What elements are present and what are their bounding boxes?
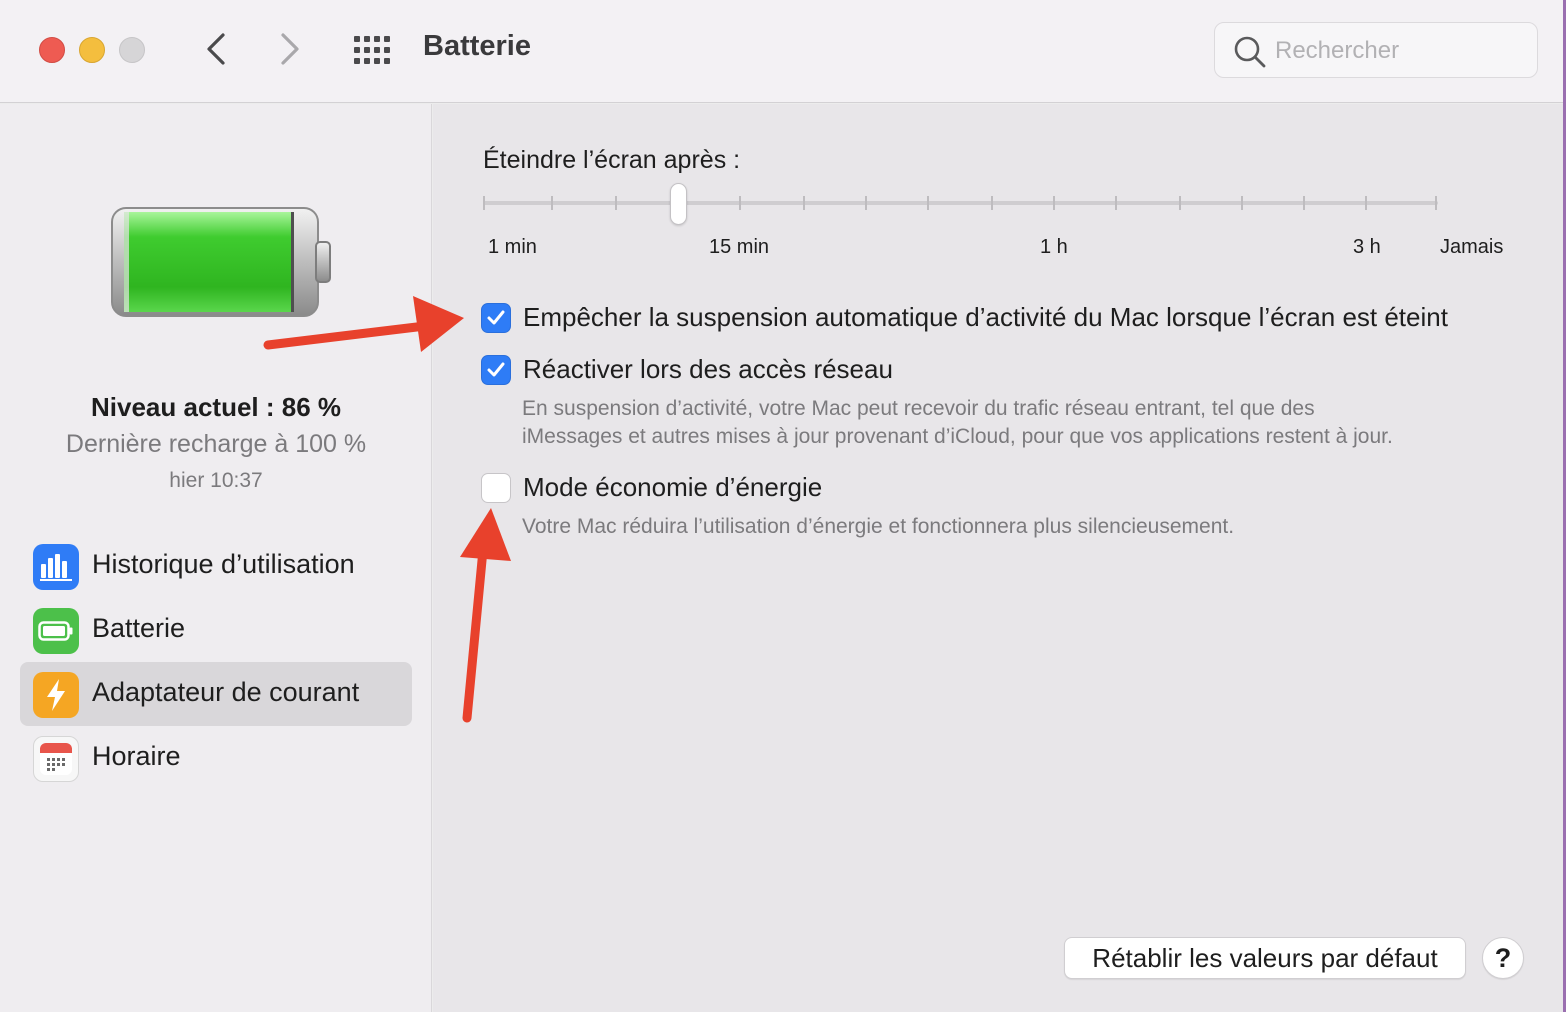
tick-label-15min: 15 min <box>709 236 770 258</box>
bar-chart-icon <box>33 544 79 590</box>
sidebar-item-label: Adaptateur de courant <box>92 677 360 707</box>
bolt-icon <box>33 672 79 718</box>
checkmark-icon <box>487 362 505 376</box>
sidebar-item-label: Batterie <box>92 613 186 643</box>
slider-tick <box>1179 196 1181 210</box>
slider-tick <box>739 196 741 210</box>
sidebar-item-power-adapter[interactable]: Adaptateur de courant <box>20 662 412 726</box>
slider-tick <box>991 196 993 210</box>
zoom-window-button[interactable] <box>119 37 145 63</box>
battery-level-icon <box>111 207 331 317</box>
prevent-sleep-label: Empêcher la suspension automatique d’act… <box>523 302 1448 332</box>
battery-level-label: Niveau actuel : 86 % <box>91 392 341 422</box>
sidebar-item-label: Historique d’utilisation <box>92 549 355 579</box>
restore-defaults-button[interactable]: Rétablir les valeurs par défaut <box>1064 937 1466 979</box>
wake-network-checkbox[interactable] <box>481 354 511 385</box>
slider-tick <box>1241 196 1243 210</box>
display-sleep-slider[interactable] <box>483 201 1438 205</box>
slider-tick <box>1435 196 1437 210</box>
sidebar: Niveau actuel : 86 % Dernière recharge à… <box>0 104 432 1012</box>
slider-tick <box>1115 196 1117 210</box>
tick-label-3h: 3 h <box>1353 236 1381 258</box>
help-button[interactable]: ? <box>1482 937 1524 979</box>
low-power-checkbox[interactable] <box>481 472 511 503</box>
window-title: Batterie <box>423 30 531 62</box>
search-field[interactable] <box>1214 22 1538 78</box>
search-input[interactable] <box>1275 33 1525 69</box>
prevent-sleep-checkbox[interactable] <box>481 302 511 333</box>
minimize-window-button[interactable] <box>79 37 105 63</box>
tick-label-never: Jamais <box>1440 236 1504 258</box>
slider-tick <box>927 196 929 210</box>
chevron-left-icon <box>207 33 225 65</box>
forward-button[interactable] <box>270 28 310 70</box>
title-bar: Batterie <box>0 0 1563 103</box>
search-icon <box>1234 36 1266 68</box>
sidebar-item-usage-history[interactable]: Historique d’utilisation <box>20 534 412 598</box>
grid-icon <box>354 36 390 64</box>
prevent-sleep-option[interactable]: Empêcher la suspension automatique d’act… <box>481 302 1448 333</box>
sidebar-item-schedule[interactable]: Horaire <box>20 726 412 790</box>
slider-tick <box>1303 196 1305 210</box>
display-sleep-label: Éteindre l’écran après : <box>483 146 741 174</box>
checkmark-icon <box>487 310 505 324</box>
slider-tick <box>615 196 617 210</box>
wake-network-label: Réactiver lors des accès réseau <box>523 354 893 384</box>
slider-tick <box>483 196 485 210</box>
preferences-window: Batterie Niveau actuel : 86 % Dernière r… <box>0 0 1563 1012</box>
calendar-icon <box>33 736 79 782</box>
show-all-preferences-button[interactable] <box>352 33 392 67</box>
tick-label-1h: 1 h <box>1040 236 1068 258</box>
main-panel: Éteindre l’écran après : 1 min 15 min 1 … <box>433 104 1563 1012</box>
slider-tick <box>803 196 805 210</box>
sidebar-item-label: Horaire <box>92 741 181 771</box>
sidebar-item-battery[interactable]: Batterie <box>20 598 412 662</box>
chevron-right-icon <box>281 33 299 65</box>
wake-network-description-line2: iMessages et autres mises à jour provena… <box>522 425 1393 448</box>
slider-thumb[interactable] <box>670 183 687 225</box>
tick-label-1min: 1 min <box>488 236 537 258</box>
wake-network-description-line1: En suspension d’activité, votre Mac peut… <box>522 397 1315 420</box>
battery-icon <box>33 608 79 654</box>
low-power-label: Mode économie d’énergie <box>523 472 823 502</box>
slider-tick <box>551 196 553 210</box>
slider-tick <box>1365 196 1367 210</box>
slider-tick <box>865 196 867 210</box>
low-power-description: Votre Mac réduira l’utilisation d’énergi… <box>522 515 1235 538</box>
low-power-option[interactable]: Mode économie d’énergie <box>481 472 822 503</box>
last-charge-time: hier 10:37 <box>169 469 263 492</box>
wake-network-option[interactable]: Réactiver lors des accès réseau <box>481 354 893 385</box>
close-window-button[interactable] <box>39 37 65 63</box>
slider-tick <box>1053 196 1055 210</box>
last-charge-label: Dernière recharge à 100 % <box>65 430 367 458</box>
back-button[interactable] <box>196 28 236 70</box>
